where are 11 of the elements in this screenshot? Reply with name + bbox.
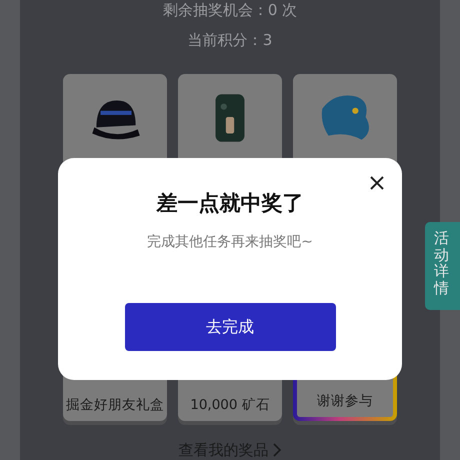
close-button[interactable] <box>369 175 385 191</box>
chances-text: 剩余抽奖机会：0 次 <box>162 0 298 20</box>
dialog-title: 差一点就中奖了 <box>156 190 304 217</box>
dialog-message: 完成其他任务再来抽奖吧~ <box>147 232 313 252</box>
prize-label: 10,000 矿石 <box>189 396 271 415</box>
chevron-right-icon <box>272 443 282 458</box>
prize-label: 谢谢参与 <box>316 392 374 411</box>
prize-label: 掘金好朋友礼盒 <box>65 396 165 415</box>
activity-details-tab[interactable]: 活动详情 <box>425 222 460 310</box>
points-text: 当前积分：3 <box>188 30 272 50</box>
go-complete-button[interactable]: 去完成 <box>124 302 336 350</box>
